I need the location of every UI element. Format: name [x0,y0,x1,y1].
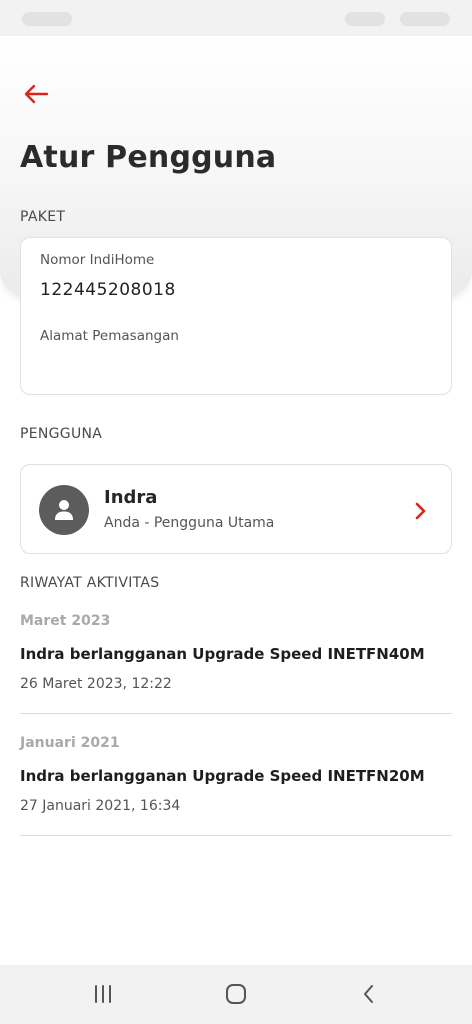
activity-title: Indra berlangganan Upgrade Speed INETFN2… [20,767,425,785]
system-back-button[interactable] [354,981,384,1007]
activity-title: Indra berlangganan Upgrade Speed INETFN4… [20,645,425,663]
back-icon [364,985,373,1003]
section-label-riwayat: RIWAYAT AKTIVITAS [20,575,160,591]
home-button[interactable] [221,981,251,1007]
activity-date: 26 Maret 2023, 12:22 [20,676,172,692]
status-time-blurred [22,12,72,26]
avatar [39,485,89,535]
recent-apps-button[interactable] [88,981,118,1007]
status-bar [0,0,472,36]
chevron-right-icon [415,502,426,520]
nomor-indihome-label: Nomor IndiHome [40,252,155,268]
user-card[interactable]: Indra Anda - Pengguna Utama [20,464,452,554]
activity-date: 27 Januari 2021, 16:34 [20,798,181,814]
back-button[interactable] [20,80,52,108]
user-name: Indra [104,487,158,508]
arrow-left-icon [24,84,49,104]
page-title: Atur Pengguna [20,140,277,175]
activity-month-label: Januari 2021 [20,735,120,751]
battery-blurred [400,12,450,26]
section-label-paket: PAKET [20,209,66,225]
alamat-pemasangan-label: Alamat Pemasangan [40,328,179,344]
section-label-pengguna: PENGGUNA [20,426,103,442]
user-role: Anda - Pengguna Utama [104,515,275,531]
paket-card: Nomor IndiHome 122445208018 Alamat Pemas… [20,237,452,395]
nomor-indihome-value: 122445208018 [40,280,176,300]
status-icons-blurred [345,12,385,26]
user-icon [55,500,73,520]
activity-month-label: Maret 2023 [20,613,111,629]
screen: Atur Pengguna PAKET Nomor IndiHome 12244… [0,0,472,1024]
activity-divider [20,835,452,836]
home-icon [226,984,246,1004]
recent-apps-icon [95,985,111,1003]
activity-divider [20,713,452,714]
system-nav-bar [0,965,472,1024]
